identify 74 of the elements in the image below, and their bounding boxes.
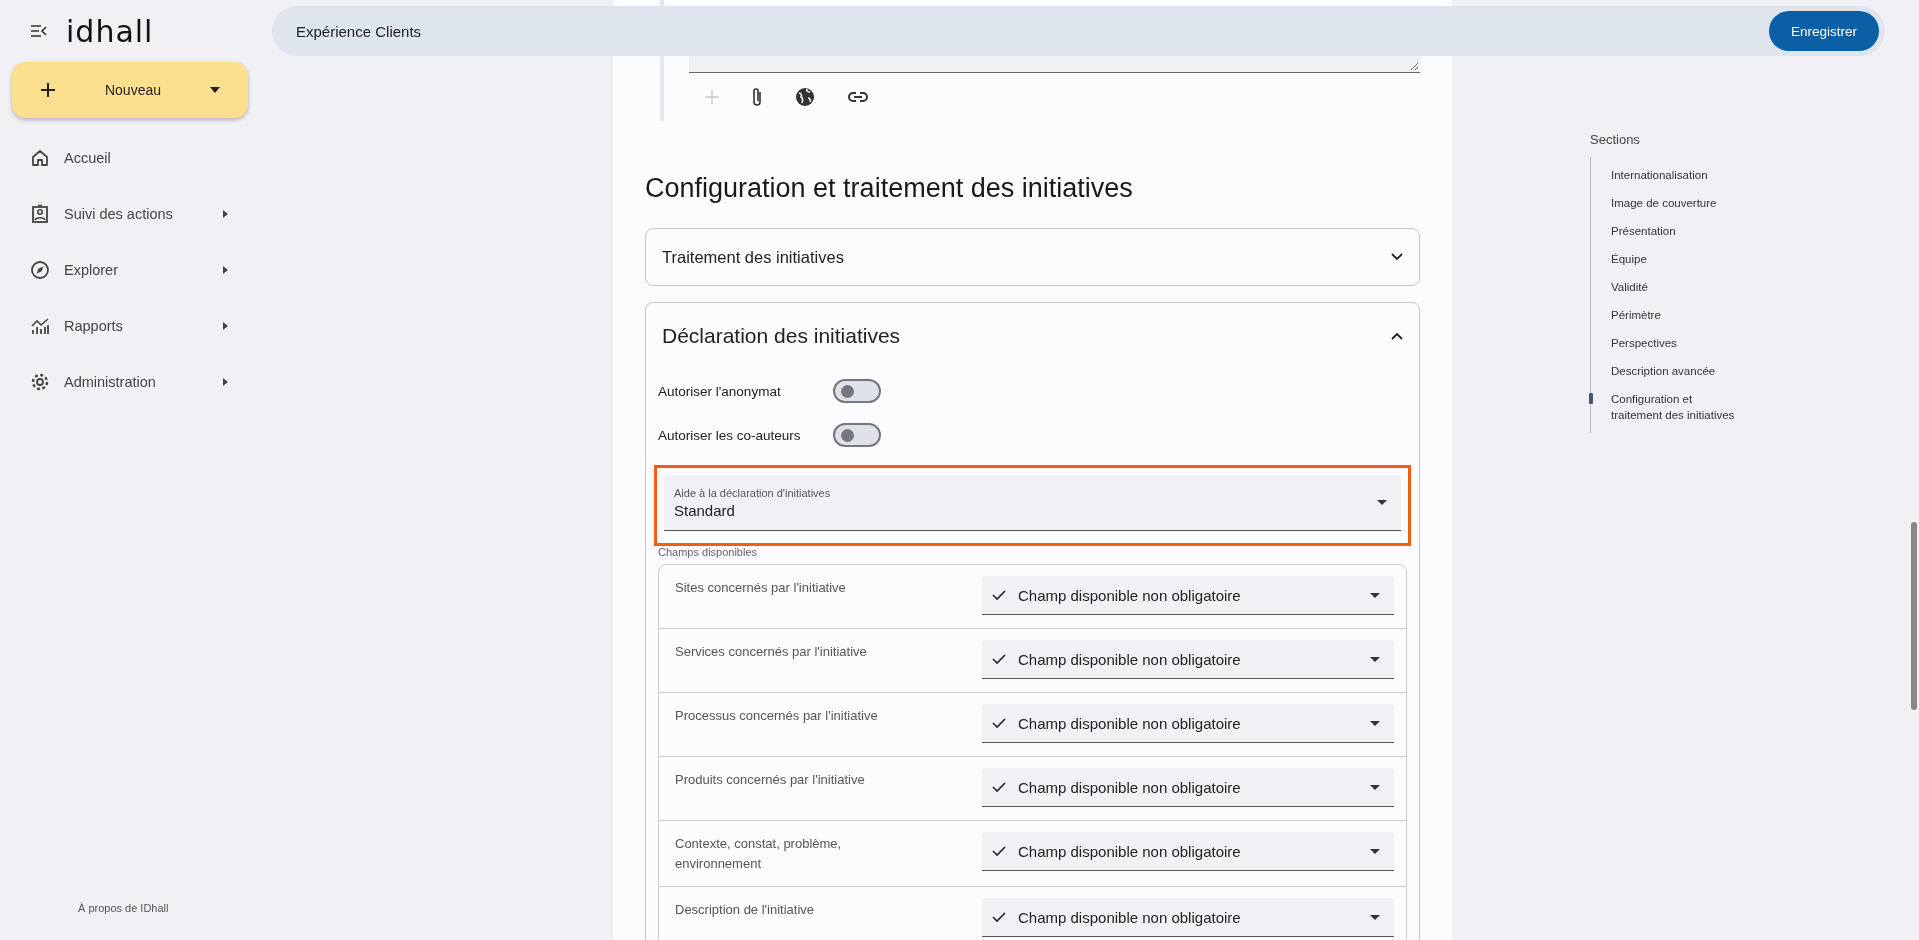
caret-icon — [1370, 592, 1380, 598]
page-title: Expérience Clients — [296, 22, 422, 40]
field-name: Sites concernés par l'initiative — [675, 579, 847, 597]
select-field[interactable]: Champ disponible non obligatoire — [982, 704, 1394, 743]
fields-caption: Champs disponibles — [658, 546, 759, 558]
sections-title: Sections — [1590, 132, 1641, 147]
section-link[interactable]: Image de couverture — [1611, 195, 1735, 211]
select-field[interactable]: Champ disponible non obligatoire — [982, 576, 1394, 615]
caret-icon — [1370, 784, 1380, 790]
caret-icon — [1370, 656, 1380, 662]
accordion-header[interactable]: Traitement des initiatives — [646, 229, 1419, 285]
scrollbar[interactable] — [1911, 522, 1917, 710]
toggle-switch[interactable] — [833, 379, 881, 403]
caret-icon — [210, 87, 220, 93]
select-field[interactable]: Champ disponible non obligatoire — [982, 768, 1394, 807]
globe-icon[interactable] — [795, 87, 815, 107]
toggle-label: Autoriser l'anonymat — [658, 383, 782, 399]
check-icon — [992, 845, 1006, 857]
check-icon — [992, 717, 1006, 729]
field-name: Processus concernés par l'initiative — [675, 707, 879, 725]
settings-icon — [30, 372, 50, 392]
caret-icon — [223, 378, 228, 386]
caret-icon — [223, 322, 228, 330]
accordion-header[interactable]: Déclaration des initiatives — [646, 303, 1419, 361]
chevron-icon — [1391, 332, 1403, 340]
caret-icon — [1370, 914, 1380, 920]
section-link[interactable]: Périmètre — [1611, 307, 1735, 323]
section-link[interactable]: Validité — [1611, 279, 1735, 295]
resize-handle-icon — [1410, 62, 1418, 70]
menu-icon[interactable] — [30, 24, 48, 38]
logo: idhall — [66, 13, 154, 49]
plus-icon — [40, 82, 56, 98]
caret-icon — [1370, 720, 1380, 726]
section-heading: Configuration et traitement des initiatives — [645, 173, 1134, 204]
caret-icon — [223, 266, 228, 274]
toggle-switch[interactable] — [833, 423, 881, 447]
nav-item[interactable]: Administration — [12, 354, 250, 410]
section-link[interactable]: Internationalisation — [1611, 167, 1735, 183]
select-field[interactable]: Aide à la déclaration d'initiatives Standard — [664, 475, 1401, 531]
link-icon[interactable] — [847, 91, 869, 103]
chevron-icon — [1391, 253, 1403, 261]
caret-icon — [1377, 500, 1387, 505]
caret-icon — [1370, 848, 1380, 854]
select-field[interactable]: Champ disponible non obligatoire — [982, 898, 1394, 937]
field-name: Produits concernés par l'initiative — [675, 771, 866, 789]
home-icon — [30, 148, 50, 168]
check-icon — [992, 589, 1006, 601]
compass-icon — [30, 260, 50, 280]
nav-item[interactable]: Suivi des actions — [12, 186, 250, 242]
check-icon — [992, 911, 1006, 923]
nav-item[interactable]: Explorer — [12, 242, 250, 298]
check-icon — [992, 653, 1006, 665]
section-link[interactable]: Configuration et traitement des initiatives — [1611, 391, 1735, 423]
field-name: Services concernés par l'initiative — [675, 643, 868, 661]
save-button[interactable]: Enregistrer — [1768, 11, 1879, 51]
toggle-label: Autoriser les co-auteurs — [658, 427, 802, 443]
chart-icon — [30, 316, 50, 336]
paperclip-icon[interactable] — [751, 87, 763, 107]
id-badge-icon — [30, 204, 50, 224]
section-link[interactable]: Équipe — [1611, 251, 1735, 267]
nav-item[interactable]: Accueil — [12, 130, 250, 186]
check-icon — [992, 781, 1006, 793]
select-field[interactable]: Champ disponible non obligatoire — [982, 640, 1394, 679]
caret-icon — [223, 210, 228, 218]
field-name: Contexte, constat, problème, environnement — [675, 835, 843, 873]
new-button[interactable]: Nouveau — [12, 62, 248, 118]
text-area[interactable] — [689, 56, 1420, 73]
section-link[interactable]: Perspectives — [1611, 335, 1735, 351]
nav-item[interactable]: Rapports — [12, 298, 250, 354]
field-name: Description de l'initiative — [675, 901, 816, 919]
section-link[interactable]: Présentation — [1611, 223, 1735, 239]
section-link[interactable]: Description avancée — [1611, 363, 1735, 379]
select-field[interactable]: Champ disponible non obligatoire — [982, 832, 1394, 871]
about-link[interactable]: À propos de IDhall — [12, 902, 250, 914]
